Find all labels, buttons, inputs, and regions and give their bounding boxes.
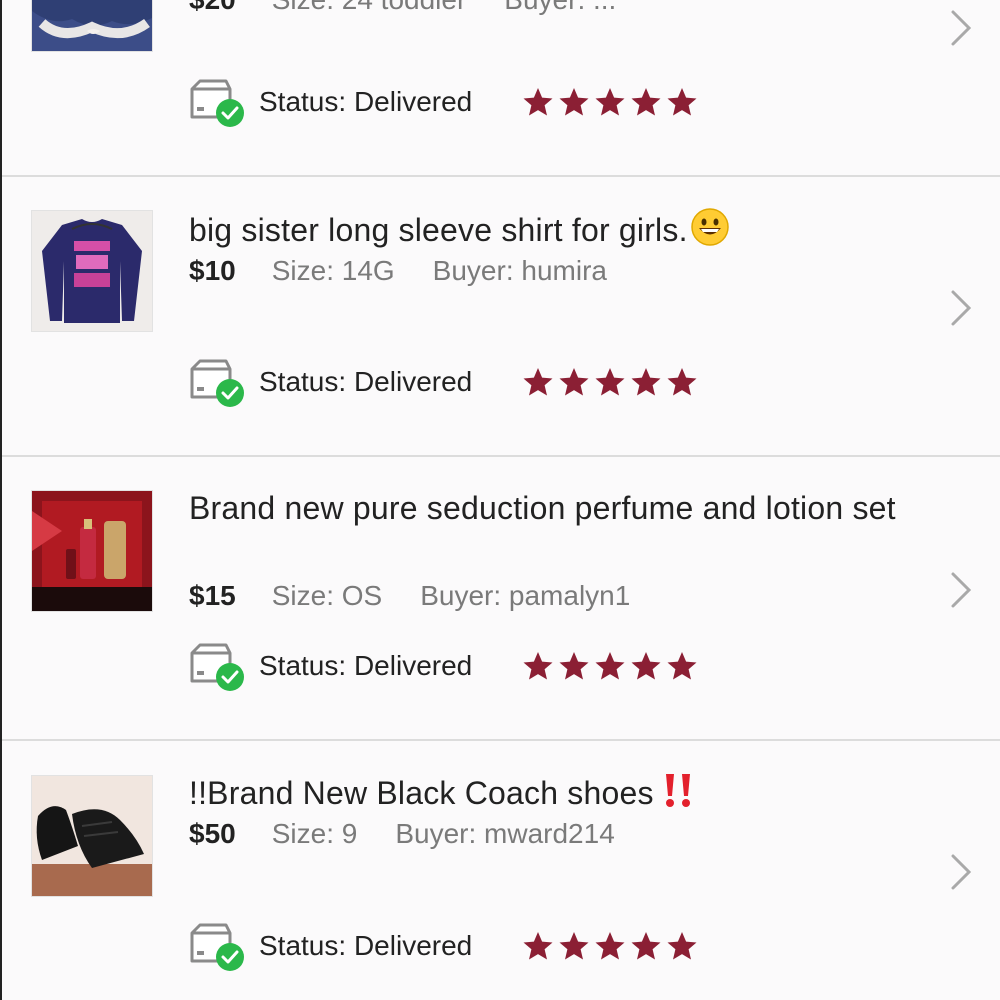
star-icon — [559, 88, 589, 116]
item-thumbnail[interactable] — [31, 775, 153, 897]
status-label: Status: — [259, 930, 347, 961]
dress-photo — [32, 0, 152, 51]
status-row: Status: Delivered — [188, 641, 698, 691]
status-label: Status: — [259, 86, 347, 117]
status-value: Delivered — [353, 366, 473, 397]
sold-orders-list: $20 Size: 24 toddler Buyer: ... Status: De… — [0, 0, 1000, 1000]
star-icon — [667, 368, 697, 396]
item-thumbnail[interactable] — [31, 0, 153, 52]
order-title: !!Brand New Black Coach shoes — [189, 770, 942, 816]
order-buyer: Buyer: humira — [432, 255, 607, 286]
delivered-box-icon — [190, 923, 244, 971]
delivered-box-icon — [190, 79, 244, 127]
star-icon — [595, 88, 625, 116]
order-size: Size: 14G — [271, 255, 395, 286]
status-text: Status: Delivered — [259, 650, 472, 682]
order-buyer: Buyer: mward214 — [395, 818, 615, 849]
double-exclamation-icon — [665, 774, 690, 807]
item-thumbnail[interactable] — [31, 490, 153, 612]
rating-stars — [522, 930, 698, 962]
status-text: Status: Delivered — [259, 366, 472, 398]
order-row[interactable]: !!Brand New Black Coach shoes $50 Size: 9… — [2, 741, 1000, 1000]
shirt-photo — [32, 211, 152, 331]
delivered-box-icon — [190, 643, 244, 691]
order-price: $50 — [189, 818, 236, 849]
chevron-right-icon[interactable] — [945, 570, 975, 610]
status-value: Delivered — [353, 930, 473, 961]
rating-stars — [522, 86, 698, 118]
order-price: $20 — [189, 0, 236, 15]
status-text: Status: Delivered — [259, 86, 472, 118]
status-text: Status: Delivered — [259, 930, 472, 962]
status-row: Status: Delivered — [188, 77, 698, 127]
delivered-box-icon — [190, 359, 244, 407]
order-size: Size: OS — [271, 580, 383, 611]
chevron-right-icon[interactable] — [945, 8, 975, 48]
status-value: Delivered — [353, 650, 473, 681]
star-icon — [595, 368, 625, 396]
star-icon — [595, 652, 625, 680]
order-size: Size: 9 — [271, 818, 358, 849]
star-icon — [559, 932, 589, 960]
status-label: Status: — [259, 366, 347, 397]
star-icon — [631, 368, 661, 396]
order-price: $10 — [189, 255, 236, 286]
rating-stars — [522, 366, 698, 398]
chevron-right-icon[interactable] — [945, 852, 975, 892]
order-price: $15 — [189, 580, 236, 611]
status-row: Status: Delivered — [188, 357, 698, 407]
order-meta: $20 Size: 24 toddler Buyer: ... — [189, 0, 616, 17]
star-icon — [523, 88, 553, 116]
perfume-set-photo — [32, 491, 152, 611]
order-meta: $15 Size: OS Buyer: pamalyn1 — [189, 579, 630, 613]
status-value: Delivered — [353, 86, 473, 117]
star-icon — [559, 652, 589, 680]
order-title-text: !!Brand New Black Coach shoes — [189, 775, 654, 811]
status-label: Status: — [259, 650, 347, 681]
order-title: big sister long sleeve shirt for girls. — [189, 207, 942, 253]
star-icon — [667, 932, 697, 960]
order-row[interactable]: Brand new pure seduction perfume and lot… — [2, 457, 1000, 739]
star-icon — [595, 932, 625, 960]
order-size: Size: 24 toddler — [272, 0, 467, 15]
star-icon — [523, 652, 553, 680]
star-icon — [631, 652, 661, 680]
star-icon — [667, 88, 697, 116]
order-meta: $50 Size: 9 Buyer: mward214 — [189, 817, 615, 851]
order-title-text: big sister long sleeve shirt for girls. — [189, 212, 688, 248]
status-row: Status: Delivered — [188, 921, 698, 971]
grinning-face-icon — [690, 208, 729, 246]
item-thumbnail[interactable] — [31, 210, 153, 332]
order-buyer: Buyer: ... — [504, 0, 616, 15]
star-icon — [631, 88, 661, 116]
star-icon — [523, 932, 553, 960]
star-icon — [667, 652, 697, 680]
order-title: Brand new pure seduction perfume and lot… — [189, 490, 896, 526]
star-icon — [523, 368, 553, 396]
star-icon — [559, 368, 589, 396]
order-meta: $10 Size: 14G Buyer: humira — [189, 254, 607, 288]
rating-stars — [522, 650, 698, 682]
order-row[interactable]: big sister long sleeve shirt for girls. … — [2, 177, 1000, 455]
star-icon — [631, 932, 661, 960]
chevron-right-icon[interactable] — [945, 288, 975, 328]
shoes-photo — [32, 776, 152, 896]
order-row[interactable]: $20 Size: 24 toddler Buyer: ... Status: De… — [2, 0, 1000, 176]
order-buyer: Buyer: pamalyn1 — [420, 580, 631, 611]
